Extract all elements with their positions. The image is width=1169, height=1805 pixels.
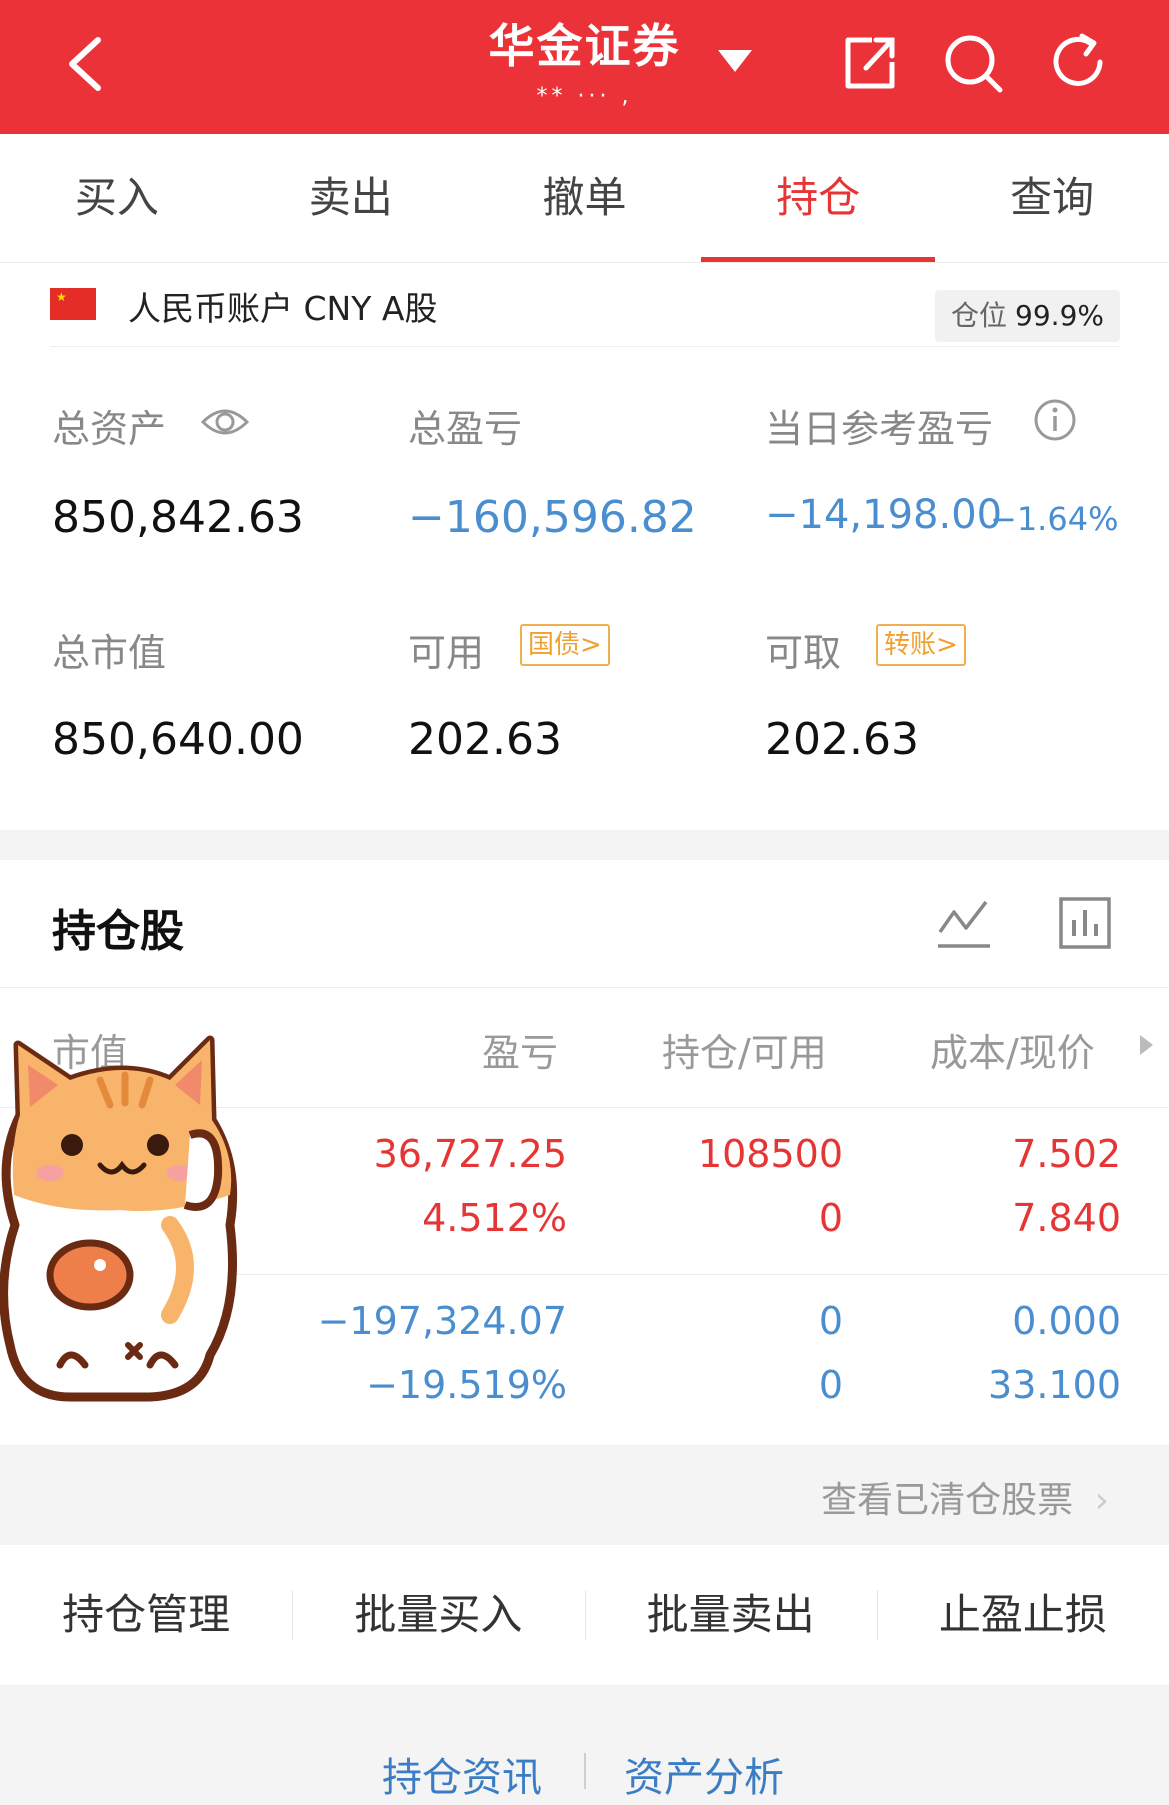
tab-holdings[interactable]: 持仓 bbox=[701, 134, 935, 262]
tab-cancel-order[interactable]: 撤单 bbox=[468, 134, 702, 262]
position-ratio-badge: 仓位 99.9% bbox=[935, 290, 1120, 342]
total-assets-value: 850,842.63 bbox=[52, 492, 304, 543]
daily-pnl-value: −14,198.00 bbox=[765, 492, 1003, 538]
share-icon[interactable] bbox=[836, 30, 902, 96]
take-profit-stop-loss-button[interactable]: 止盈止损 bbox=[876, 1545, 1169, 1685]
row-pnl: 36,727.25 bbox=[373, 1132, 567, 1176]
row-pnl: −197,324.07 bbox=[317, 1299, 567, 1343]
tab-query[interactable]: 查询 bbox=[935, 134, 1169, 262]
tab-sell[interactable]: 卖出 bbox=[234, 134, 468, 262]
treasury-bond-button[interactable]: 国债> bbox=[520, 624, 610, 666]
cat-sticker bbox=[0, 1035, 238, 1402]
total-pnl-label: 总盈亏 bbox=[408, 407, 523, 451]
info-icon[interactable] bbox=[1033, 398, 1077, 442]
row-position: 108500 bbox=[697, 1132, 843, 1176]
trade-tabs: 买入 卖出 撤单 持仓 查询 bbox=[0, 134, 1169, 263]
trend-chart-icon[interactable] bbox=[936, 898, 992, 950]
section-divider bbox=[0, 830, 1169, 860]
search-icon[interactable] bbox=[940, 30, 1006, 96]
holdings-action-bar: 持仓管理 批量买入 批量卖出 止盈止损 bbox=[0, 1545, 1169, 1685]
account-dropdown-icon[interactable] bbox=[718, 50, 752, 72]
row-pnl-percent: −19.519% bbox=[366, 1363, 567, 1407]
china-flag-icon: ★ bbox=[50, 288, 96, 320]
holdings-news-link[interactable]: 持仓资讯 bbox=[382, 1745, 542, 1803]
divider bbox=[584, 1753, 586, 1789]
daily-pnl-label: 当日参考盈亏 bbox=[765, 407, 994, 451]
row-price: 7.840 bbox=[1012, 1196, 1121, 1240]
chevron-right-icon: › bbox=[1094, 1480, 1109, 1521]
batch-buy-button[interactable]: 批量买入 bbox=[292, 1545, 584, 1685]
column-cost-price[interactable]: 成本/现价 bbox=[930, 1022, 1095, 1077]
daily-pnl-percent: −1.64% bbox=[990, 500, 1119, 538]
row-available: 0 bbox=[818, 1196, 843, 1240]
transfer-button[interactable]: 转账> bbox=[876, 624, 966, 666]
view-cleared-stocks-row[interactable]: 查看已清仓股票 › bbox=[0, 1445, 1169, 1545]
total-pnl-value: −160,596.82 bbox=[408, 492, 697, 543]
refresh-icon[interactable] bbox=[1046, 30, 1112, 96]
view-cleared-stocks-link[interactable]: 查看已清仓股票 › bbox=[821, 1471, 1109, 1523]
withdrawable-label: 可取 bbox=[765, 631, 842, 675]
withdrawable-value: 202.63 bbox=[765, 714, 919, 765]
account-row: ★ 人民币账户 CNY A股 仓位 99.9% bbox=[50, 262, 1120, 347]
row-cost: 7.502 bbox=[1012, 1132, 1121, 1176]
batch-sell-button[interactable]: 批量卖出 bbox=[584, 1545, 877, 1685]
bottom-links: 持仓资讯 资产分析 bbox=[0, 1685, 1169, 1805]
eye-icon[interactable] bbox=[200, 402, 250, 442]
row-cost: 0.000 bbox=[1012, 1299, 1121, 1343]
row-position: 0 bbox=[818, 1299, 843, 1343]
available-label: 可用 bbox=[408, 631, 485, 675]
row-price: 33.100 bbox=[988, 1363, 1121, 1407]
divider bbox=[0, 987, 1169, 988]
scroll-right-icon[interactable] bbox=[1140, 1035, 1153, 1055]
tab-buy[interactable]: 买入 bbox=[0, 134, 234, 262]
app-header: 华金证券 ** ··· , bbox=[0, 0, 1169, 134]
manage-holdings-button[interactable]: 持仓管理 bbox=[0, 1545, 292, 1685]
total-assets-label: 总资产 bbox=[52, 407, 167, 451]
column-position-available[interactable]: 持仓/可用 bbox=[662, 1022, 827, 1077]
column-pnl[interactable]: 盈亏 bbox=[482, 1022, 558, 1077]
row-pnl-percent: 4.512% bbox=[422, 1196, 567, 1240]
holdings-title: 持仓股 bbox=[52, 906, 184, 957]
available-value: 202.63 bbox=[408, 714, 562, 765]
asset-analysis-link[interactable]: 资产分析 bbox=[624, 1745, 784, 1803]
row-available: 0 bbox=[818, 1363, 843, 1407]
market-value: 850,640.00 bbox=[52, 714, 304, 765]
account-label: 人民币账户 CNY A股 bbox=[128, 289, 438, 328]
bar-chart-icon[interactable] bbox=[1058, 896, 1112, 950]
market-value-label: 总市值 bbox=[52, 631, 167, 675]
